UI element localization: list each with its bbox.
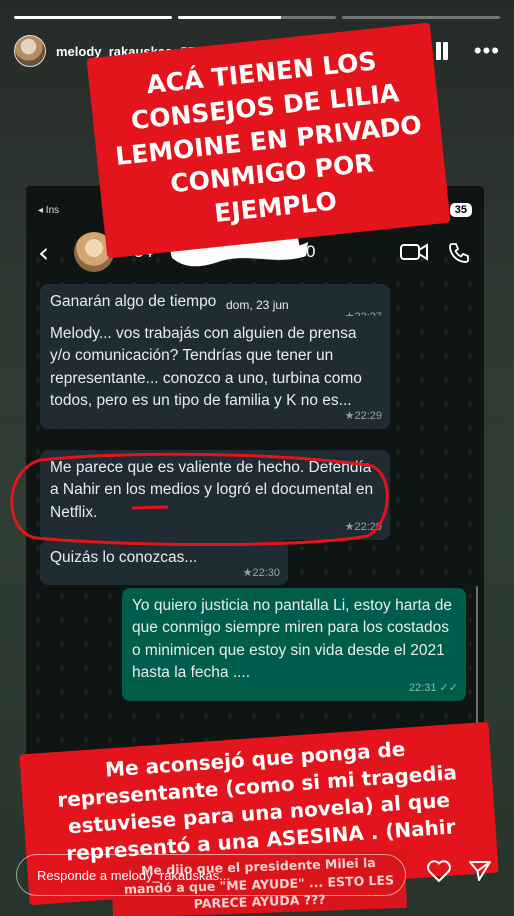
highlight-circle [10,452,389,546]
caption-top: ACÁ TIENEN LOS CONSEJOS DE LILIA LEMOINE… [86,22,451,259]
more-icon[interactable]: ••• [474,40,500,62]
chevron-left-icon: ‹ [38,235,50,269]
progress-segment [14,16,172,19]
date-divider: dom, 23 jun [216,294,299,316]
heart-icon[interactable] [426,859,452,888]
reply-input[interactable]: Responde a melody_rakauskas... [16,854,406,896]
send-icon[interactable] [468,859,492,888]
story-viewer: melody_rakauskas 57 min ••• ◂ Ins 35 ‹ [0,0,514,916]
pause-icon[interactable] [434,42,450,60]
progress-segment [342,16,500,19]
back-to-app: ◂ Ins [38,204,60,216]
progress-segment [178,16,336,19]
story-progress [14,16,500,19]
battery-icon: 35 [449,203,472,217]
reply-placeholder: Responde a melody_rakauskas... [37,867,230,883]
message-bubble-outgoing: Yo quiero justicia no pantalla Li, estoy… [122,588,466,701]
phone-call-icon [448,242,470,269]
message-bubble: Melody... vos trabajás con alguien de pr… [40,316,390,429]
video-call-icon [400,242,428,267]
avatar[interactable] [14,35,46,67]
scroll-indicator [476,586,478,726]
